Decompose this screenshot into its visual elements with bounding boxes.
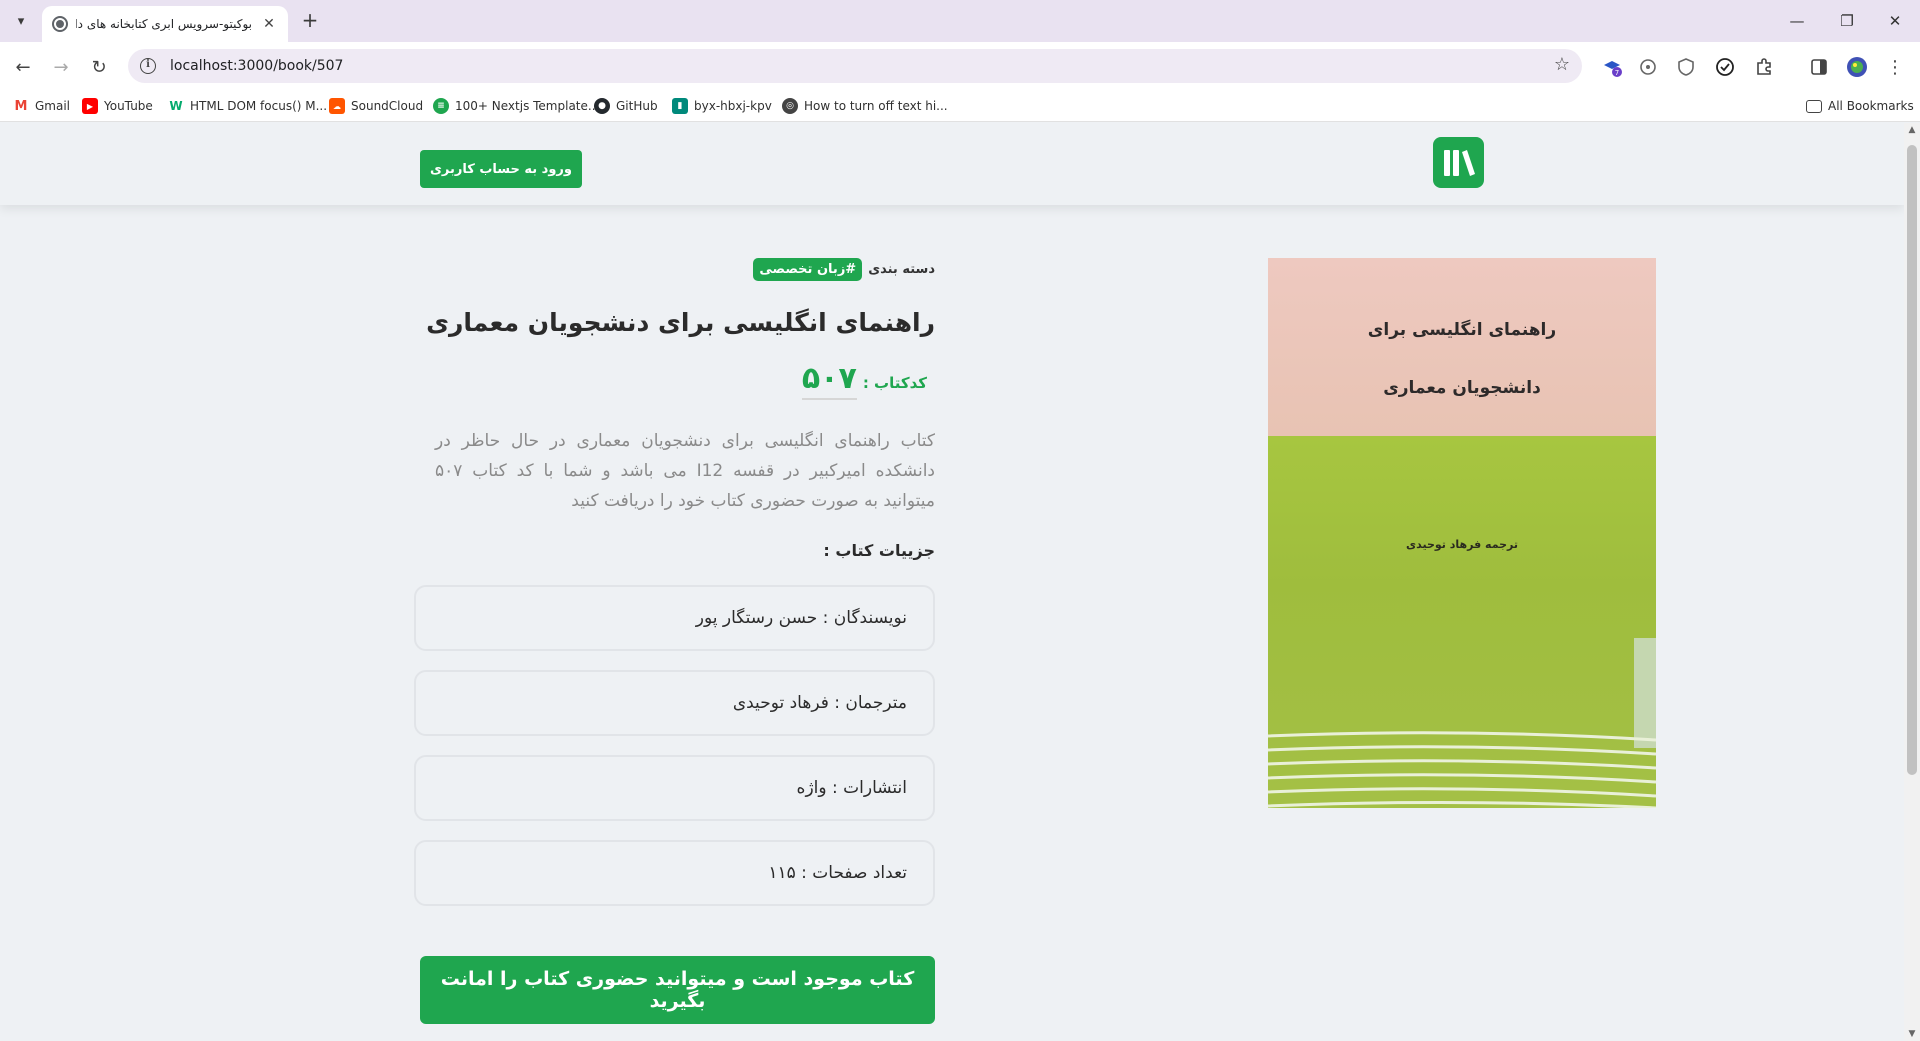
bookmark-star-icon[interactable]: ☆ [1554,54,1570,75]
bookmark-label: 100+ Nextjs Template... [455,99,600,113]
address-bar[interactable]: i localhost:3000/book/507 ☆ [128,49,1582,83]
tab-search-chevron-icon[interactable]: ▾ [8,8,34,34]
reload-icon[interactable]: ↻ [84,52,114,82]
bookmark-label: How to turn off text hi... [804,99,948,113]
cover-translator: ترجمه فرهاد توحیدی [1406,538,1518,551]
close-window-icon[interactable]: ✕ [1872,8,1918,34]
tab-title: بوکیتو-سرویس ابری کتابخانه های دانشگاه [76,17,252,31]
site-header: ورود به حساب کاربری [0,123,1904,205]
library-books-icon[interactable] [1433,137,1484,188]
svg-text:7: 7 [1615,69,1619,77]
browser-tab-active[interactable]: بوکیتو-سرویس ابری کتابخانه های دانشگاه ✕ [42,6,288,42]
nextjs-icon: ≡ [433,98,449,114]
bookmark-youtube[interactable]: ▶ YouTube [82,97,153,115]
book-title: راهنمای انگلیسی برای دنشجویان معماری [426,308,935,337]
restore-window-icon[interactable]: ❐ [1824,8,1870,34]
bookmark-gmail[interactable]: M Gmail [13,97,70,115]
address-url[interactable]: localhost:3000/book/507 [170,58,343,74]
bookmark-nextjs-templates[interactable]: ≡ 100+ Nextjs Template... [433,97,599,115]
tab-favicon-icon [52,16,68,32]
back-arrow-icon[interactable]: ← [8,52,38,82]
bookmark-label: HTML DOM focus() M... [190,99,328,113]
browser-menu-icon[interactable]: ⋮ [1884,56,1906,78]
cover-title-line2: دانشجویان معماری [1383,378,1541,398]
profile-avatar-icon[interactable] [1846,56,1868,78]
bookmarks-bar: M Gmail ▶ YouTube W HTML DOM focus() M..… [0,90,1920,122]
scrollbar-thumb[interactable] [1907,145,1917,775]
bookmark-label: YouTube [104,99,153,113]
page-viewport: ورود به حساب کاربری راهنمای انگلیسی برای… [0,123,1904,1041]
extension-check-icon[interactable] [1714,56,1736,78]
bookmark-meet[interactable]: ▮ byx-hbxj-kpv [672,97,772,115]
youtube-icon: ▶ [82,98,98,114]
category-tag[interactable]: #زبان تخصصی [753,258,863,281]
github-icon: ● [594,98,610,114]
bookmark-soundcloud[interactable]: ☁ SoundCloud [329,97,423,115]
detail-page-count: تعداد صفحات : ۱۱۵ [414,840,935,906]
cover-title-line1: راهنمای انگلیسی برای [1367,320,1557,340]
book-description: کتاب راهنمای انگلیسی برای دنشجویان معمار… [435,431,935,511]
all-bookmarks-label: All Bookmarks [1828,99,1914,113]
all-bookmarks-button[interactable]: All Bookmarks [1806,97,1914,115]
folder-icon [1806,99,1822,113]
cover-title-band [1268,258,1656,436]
page-scrollbar[interactable]: ▲ ▼ [1904,123,1920,1041]
site-info-icon[interactable]: i [140,58,156,74]
detail-publisher: انتشارات : واژه [414,755,935,821]
bookmark-html-dom-focus[interactable]: W HTML DOM focus() M... [168,97,327,115]
bookmark-label: byx-hbxj-kpv [694,99,772,113]
browser-toolbar: ← → ↻ i localhost:3000/book/507 ☆ 7 ⋮ [0,42,1920,90]
scroll-up-arrow-icon[interactable]: ▲ [1907,125,1917,135]
detail-authors: نویسندگان : حسن رستگار پور [414,585,935,651]
globe-icon: ◎ [782,98,798,114]
extension-circle-icon[interactable] [1637,56,1659,78]
soundcloud-icon: ☁ [329,98,345,114]
browser-tab-strip: ▾ بوکیتو-سرویس ابری کتابخانه های دانشگاه… [0,0,1920,42]
extension-shield-icon[interactable] [1675,56,1697,78]
bookmark-label: GitHub [616,99,658,113]
w3schools-icon: W [168,98,184,114]
cover-decorative-lines [1268,731,1656,808]
forward-arrow-icon[interactable]: → [46,52,76,82]
details-heading: جزییات کتاب : [823,541,935,560]
detail-translators: مترجمان : فرهاد توحیدی [414,670,935,736]
meet-icon: ▮ [672,98,688,114]
bookmark-label: SoundCloud [351,99,424,113]
bookmark-label: Gmail [35,99,71,113]
new-tab-plus-icon[interactable]: + [298,9,322,33]
category-row: دسته بندی #زبان تخصصی [753,258,935,281]
book-code-value: ۵۰۷ [801,361,857,400]
bookmark-github[interactable]: ● GitHub [594,97,658,115]
book-code-row: کدکتاب : ۵۰۷ [801,361,927,400]
minimize-window-icon[interactable]: — [1774,8,1820,34]
scroll-down-arrow-icon[interactable]: ▼ [1907,1029,1917,1039]
bookmark-text-highlight[interactable]: ◎ How to turn off text hi... [782,97,948,115]
gmail-icon: M [13,98,29,114]
borrow-availability-button[interactable]: کتاب موجود است و میتوانید حضوری کتاب را … [420,956,935,1024]
extensions-puzzle-icon[interactable] [1753,56,1775,78]
book-code-label: کدکتاب : [862,374,927,392]
side-panel-icon[interactable] [1808,56,1830,78]
book-cover-image: راهنمای انگلیسی برای دانشجویان معماری تر… [1268,258,1656,808]
category-label: دسته بندی [868,262,935,277]
tab-close-icon[interactable]: ✕ [260,16,278,32]
login-button[interactable]: ورود به حساب کاربری [420,150,582,188]
extension-badge-icon[interactable]: 7 [1601,56,1623,78]
